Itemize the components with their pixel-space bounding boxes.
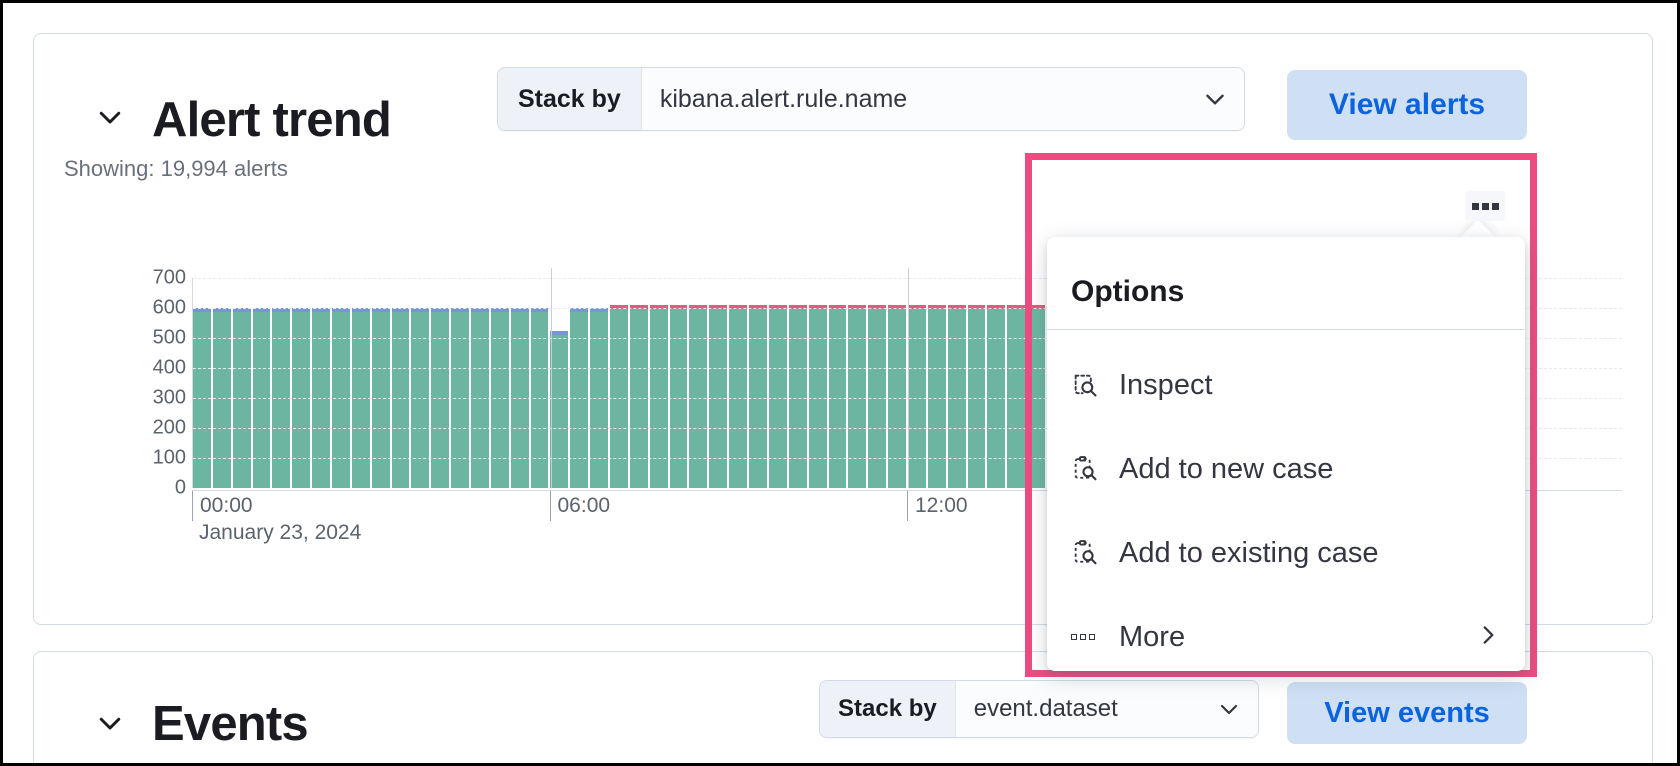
x-axis-tick: 12:00 — [907, 491, 968, 521]
chart-bar — [550, 278, 570, 488]
events-stack-by-value: event.dataset — [956, 695, 1118, 723]
chart-bar — [1007, 278, 1027, 488]
x-axis-date-label: January 23, 2024 — [199, 521, 361, 545]
y-axis-tick: 300 — [108, 387, 186, 410]
chart-bar — [312, 278, 332, 488]
chart-bar — [829, 278, 849, 488]
alert-trend-collapse-icon[interactable] — [89, 96, 131, 138]
events-stack-by-control[interactable]: Stack by event.dataset — [819, 680, 1259, 738]
dot-1 — [1472, 203, 1479, 210]
y-axis-tick: 100 — [108, 447, 186, 470]
chart-bar — [411, 278, 431, 488]
y-axis-tick: 500 — [108, 327, 186, 350]
menu-item-add-to-existing-case[interactable]: Add to existing case — [1047, 523, 1525, 583]
chart-bar — [332, 278, 352, 488]
menu-item-label: More — [1119, 621, 1185, 654]
boxes-horizontal-icon — [1071, 634, 1105, 640]
chart-bar — [987, 278, 1007, 488]
chart-bar — [531, 278, 551, 488]
chevron-down-icon[interactable] — [1202, 86, 1228, 112]
view-alerts-button[interactable]: View alerts — [1287, 70, 1527, 140]
chart-bar — [789, 278, 809, 488]
chart-bar — [968, 278, 988, 488]
chart-bar — [272, 278, 292, 488]
chart-bar — [868, 278, 888, 488]
chart-bar — [749, 278, 769, 488]
menu-item-label: Add to existing case — [1119, 537, 1379, 570]
chart-bar — [590, 278, 610, 488]
events-collapse-icon[interactable] — [89, 702, 131, 744]
alert-stack-by-label: Stack by — [498, 68, 642, 130]
chart-bar — [372, 278, 392, 488]
menu-item-label: Add to new case — [1119, 453, 1333, 486]
popover-title: Options — [1071, 275, 1184, 309]
alert-count-status: Showing: 19,994 alerts — [64, 156, 288, 182]
events-stack-by-label: Stack by — [820, 681, 956, 737]
chart-bar — [908, 278, 928, 488]
chart-bar — [689, 278, 709, 488]
menu-item-inspect[interactable]: Inspect — [1047, 355, 1525, 415]
y-axis-tick: 700 — [108, 267, 186, 290]
chart-bar — [670, 278, 690, 488]
chart-bar — [1027, 278, 1047, 488]
options-popover: Options Inspect Add to new case Add to e… — [1047, 237, 1525, 671]
chart-bar — [292, 278, 312, 488]
chart-bar — [451, 278, 471, 488]
page-title: Alert trend — [152, 92, 391, 148]
y-axis-tick: 600 — [108, 297, 186, 320]
chart-vertical-gridline — [908, 268, 909, 488]
menu-item-more[interactable]: More — [1047, 607, 1525, 667]
chart-bar — [610, 278, 630, 488]
chart-bar — [650, 278, 670, 488]
chart-bar — [253, 278, 273, 488]
chart-bar — [888, 278, 908, 488]
chart-bar — [570, 278, 590, 488]
chart-bar — [511, 278, 531, 488]
screenshot-root: Alert trend Stack by kibana.alert.rule.n… — [0, 0, 1680, 766]
chart-bar — [213, 278, 233, 488]
chart-bar — [233, 278, 253, 488]
popover-divider — [1047, 329, 1525, 330]
y-axis-tick: 0 — [108, 477, 186, 500]
inspect-icon — [1071, 371, 1105, 399]
chevron-right-icon — [1475, 622, 1501, 653]
chart-bar — [471, 278, 491, 488]
x-axis-tick: 06:00 — [550, 491, 611, 521]
chart-bar-body — [550, 335, 568, 489]
chart-bar — [630, 278, 650, 488]
boxes-horizontal-icon[interactable] — [1465, 191, 1505, 221]
chart-bar — [709, 278, 729, 488]
events-title: Events — [152, 696, 308, 752]
dot-2 — [1482, 203, 1489, 210]
chart-bar — [431, 278, 451, 488]
view-events-button[interactable]: View events — [1287, 682, 1527, 744]
x-axis-tick: 00:00 — [192, 491, 253, 521]
chart-bar — [491, 278, 511, 488]
alert-stack-by-value: kibana.alert.rule.name — [642, 85, 907, 114]
alert-stack-by-select[interactable]: kibana.alert.rule.name — [642, 68, 1244, 130]
alert-stack-by-control[interactable]: Stack by kibana.alert.rule.name — [497, 67, 1245, 131]
chart-bar — [769, 278, 789, 488]
case-icon — [1071, 539, 1105, 567]
y-axis-tick: 200 — [108, 417, 186, 440]
chart-bar — [848, 278, 868, 488]
chart-bar — [809, 278, 829, 488]
chart-bar — [729, 278, 749, 488]
alert-trend-header: Alert trend Stack by kibana.alert.rule.n… — [34, 34, 1652, 174]
chart-y-axis: 7006005004003002001000 — [108, 278, 186, 488]
dot-3 — [1492, 203, 1499, 210]
case-icon — [1071, 455, 1105, 483]
chart-bar — [928, 278, 948, 488]
events-stack-by-select[interactable]: event.dataset — [956, 681, 1258, 737]
chart-vertical-gridline — [551, 268, 552, 488]
chart-bar — [392, 278, 412, 488]
y-axis-tick: 400 — [108, 357, 186, 380]
chart-bar — [193, 278, 213, 488]
chart-bar — [948, 278, 968, 488]
chevron-down-icon[interactable] — [1216, 696, 1242, 722]
menu-item-label: Inspect — [1119, 369, 1213, 402]
chart-bar — [352, 278, 372, 488]
menu-item-add-to-new-case[interactable]: Add to new case — [1047, 439, 1525, 499]
